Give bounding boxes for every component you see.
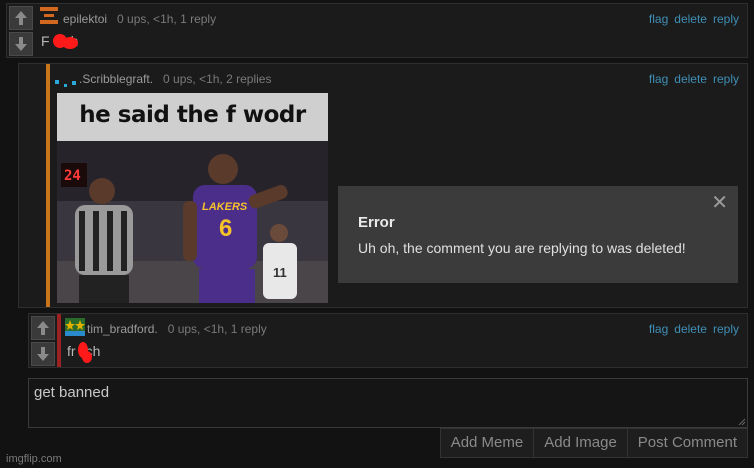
avatar-icon: [55, 80, 76, 87]
reply-link[interactable]: reply: [713, 72, 739, 86]
shot-clock-number: 24: [64, 168, 81, 184]
comment-actions: flag delete reply: [643, 322, 739, 336]
jersey-team: LAKERS: [202, 201, 248, 213]
username[interactable]: epilektoi: [63, 12, 107, 26]
avatar[interactable]: [55, 74, 77, 87]
watermark: imgflip.com: [6, 453, 62, 465]
comment-meta: 0 ups, <1h, 1 reply: [167, 322, 267, 336]
meme-photo: [57, 141, 328, 303]
reply-link[interactable]: reply: [713, 322, 739, 336]
arrow-up-icon: [15, 11, 27, 25]
flag-link[interactable]: flag: [649, 322, 668, 336]
resize-handle-icon[interactable]: [738, 418, 746, 426]
avatar[interactable]: [40, 7, 58, 25]
error-dialog: ✕ Error Uh oh, the comment you are reply…: [338, 186, 738, 283]
comment-epilektoi: epilektoi 0 ups, <1h, 1 reply flag delete r…: [6, 3, 748, 58]
comment-actions: flag delete reply: [643, 72, 739, 86]
comment-actions: flag delete reply: [643, 12, 739, 26]
jersey-number-background-player: 11: [273, 265, 287, 280]
flag-link[interactable]: flag: [649, 72, 668, 86]
meme-image[interactable]: he said the f wodr 24 LAKERS 6 11: [57, 93, 328, 303]
arrow-down-icon: [15, 37, 27, 51]
close-icon[interactable]: ✕: [711, 190, 728, 215]
avatar-icon: [40, 7, 58, 24]
vote-controls: [9, 6, 35, 58]
post-comment-button[interactable]: Post Comment: [626, 428, 748, 458]
flag-link[interactable]: flag: [649, 12, 668, 26]
thread-accent-bar: [57, 314, 61, 367]
comment-tim-bradford: tim_bradford. 0 ups, <1h, 1 reply flag del…: [28, 313, 748, 368]
reply-link[interactable]: reply: [713, 12, 739, 26]
delete-link[interactable]: delete: [674, 72, 707, 86]
reply-textarea[interactable]: [29, 379, 747, 427]
jersey-number: 6: [219, 215, 233, 242]
red-scribble: [78, 342, 92, 363]
reply-toolbar: Add Meme Add Image Post Comment: [439, 428, 748, 458]
username[interactable]: .Scribblegraft.: [79, 72, 153, 86]
upvote-button[interactable]: [9, 6, 33, 30]
downvote-button[interactable]: [31, 342, 55, 366]
upvote-button[interactable]: [31, 316, 55, 340]
add-image-button[interactable]: Add Image: [533, 428, 628, 458]
vote-controls: [31, 316, 57, 368]
comment-meta: 0 ups, <1h, 1 reply: [117, 12, 217, 26]
delete-link[interactable]: delete: [674, 12, 707, 26]
downvote-button[interactable]: [9, 32, 33, 56]
avatar[interactable]: [65, 318, 85, 336]
dialog-message: Uh oh, the comment you are replying to w…: [358, 240, 686, 256]
red-scribble: [53, 34, 78, 49]
arrow-up-icon: [37, 321, 49, 335]
comment-meta: 0 ups, <1h, 2 replies: [163, 72, 272, 86]
avatar-icon: [65, 318, 85, 336]
dialog-title: Error: [358, 214, 395, 231]
arrow-down-icon: [37, 347, 49, 361]
reply-box: [28, 378, 748, 428]
username[interactable]: tim_bradford.: [87, 322, 158, 336]
meme-caption: he said the f wodr: [79, 102, 306, 128]
thread-accent-bar: [46, 64, 50, 307]
delete-link[interactable]: delete: [674, 322, 707, 336]
add-meme-button[interactable]: Add Meme: [439, 428, 535, 458]
